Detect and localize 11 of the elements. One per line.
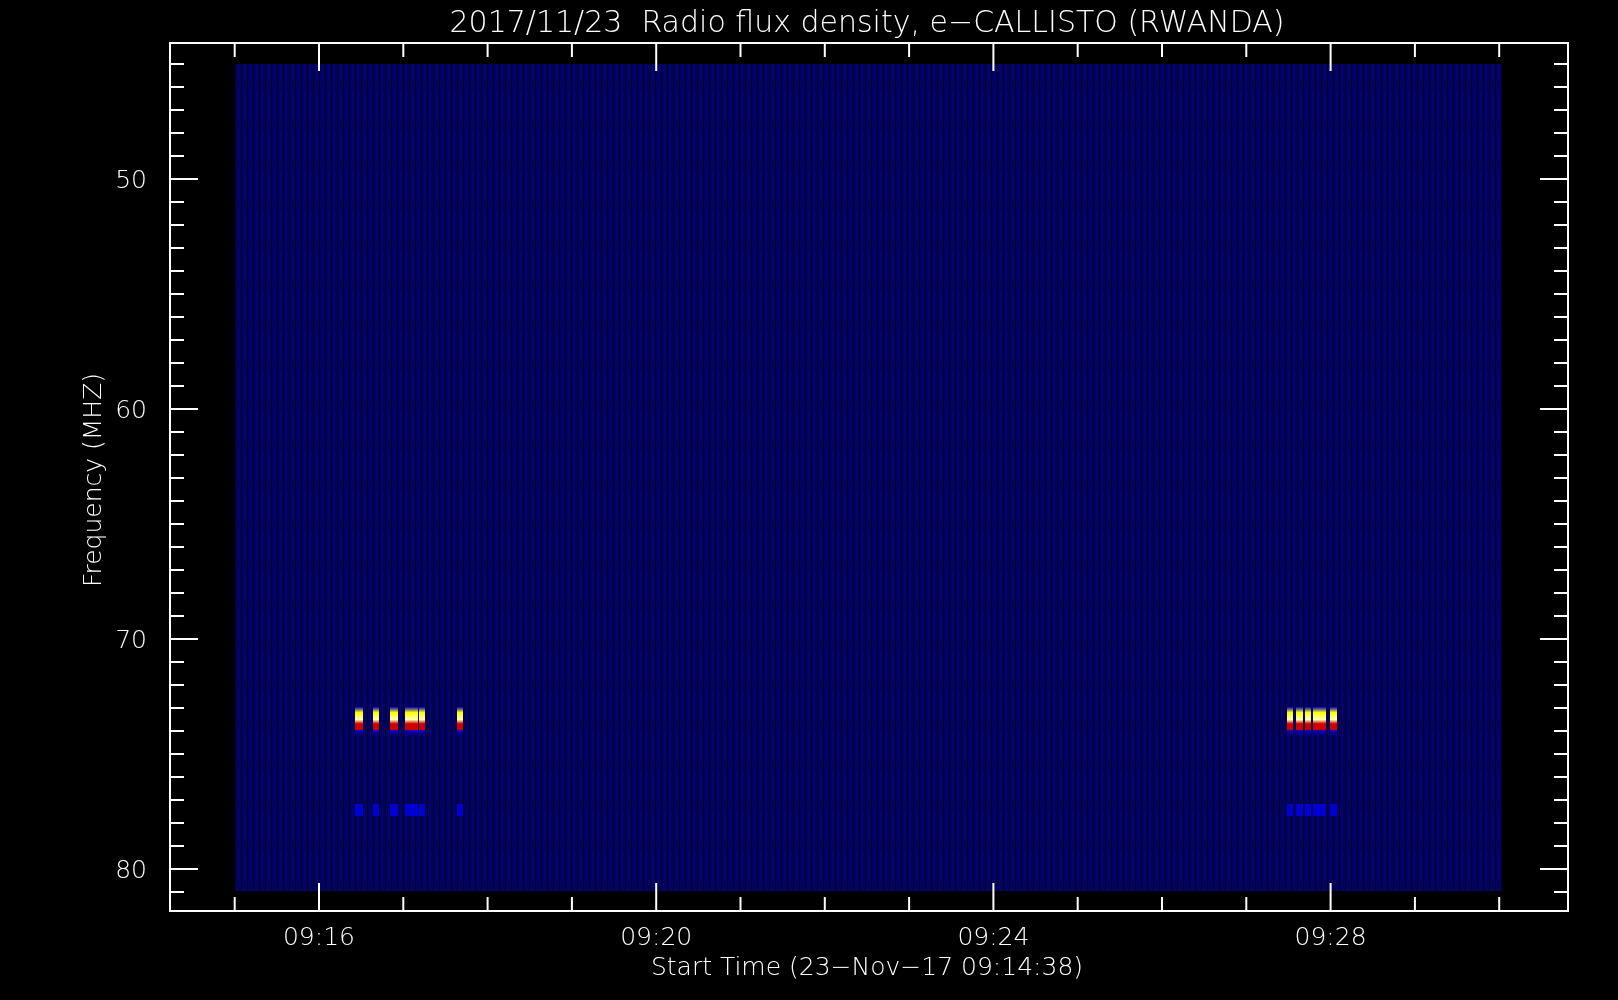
y-tick-label: 60 <box>115 395 147 424</box>
y-tick-label: 50 <box>115 165 147 194</box>
y-axis-label: Frequency (MHZ) <box>78 372 107 588</box>
y-tick-label: 80 <box>115 855 147 884</box>
x-tick-label: 09:24 <box>957 922 1030 951</box>
x-axis-label: Start Time (23−Nov−17 09:14:38) <box>650 952 1084 981</box>
x-tick-label: 09:20 <box>620 922 693 951</box>
chart-title: 2017/11/23 Radio flux density, e−CALLISTO (RWANDA) <box>449 4 1285 39</box>
y-tick-label: 70 <box>115 625 147 654</box>
x-tick-label: 09:16 <box>283 922 355 951</box>
x-tick-label: 09:28 <box>1294 922 1367 951</box>
